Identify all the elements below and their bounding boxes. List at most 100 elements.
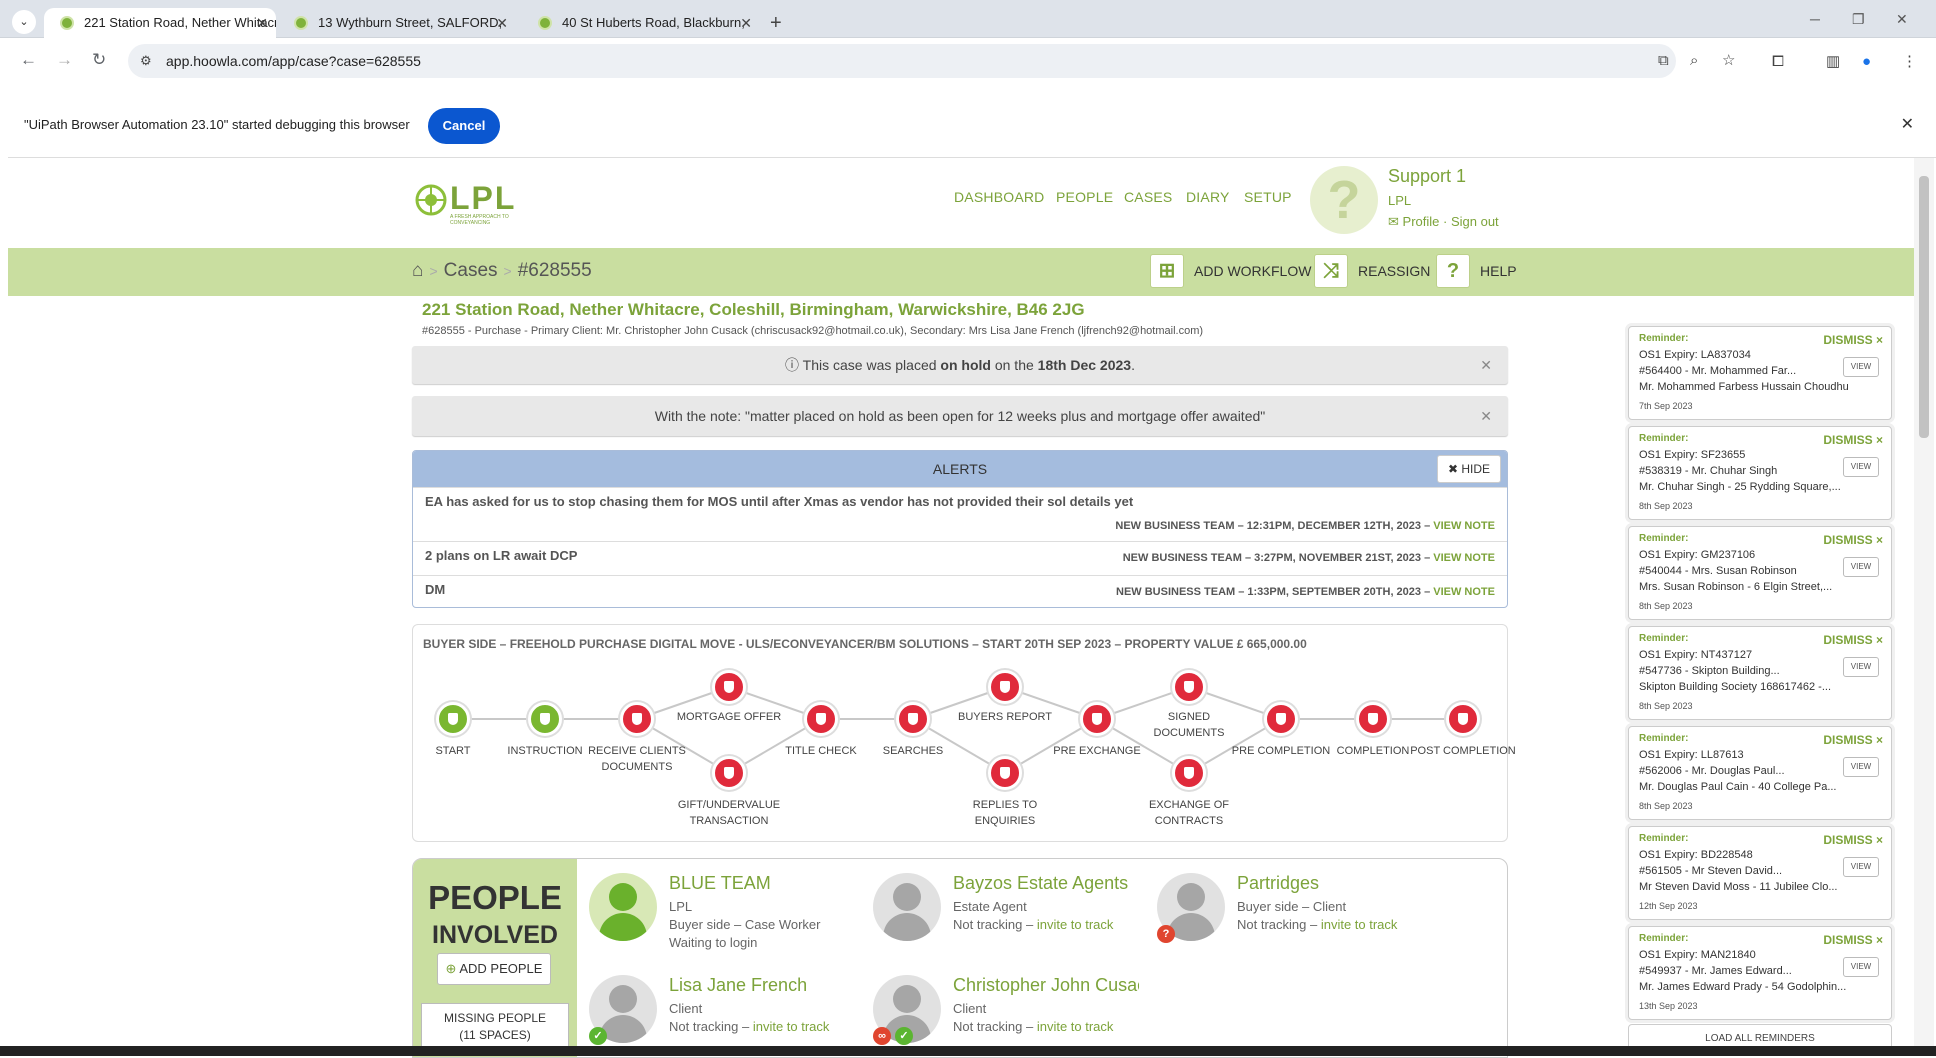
workflow-step-label[interactable]: EXCHANGE OF CONTRACTS	[1134, 797, 1244, 829]
profile-icon[interactable]: ●	[1862, 52, 1871, 72]
workflow-step-label[interactable]: PRE EXCHANGE	[1042, 743, 1152, 759]
help-button[interactable]: ? HELP	[1436, 254, 1517, 288]
forward-icon[interactable]: →	[56, 48, 73, 72]
workflow-step-node[interactable]	[1264, 702, 1298, 736]
page-scrollbar[interactable]	[1914, 158, 1934, 1056]
hide-alerts-button[interactable]: ✖ HIDE	[1436, 455, 1501, 483]
close-tab-icon[interactable]: ✕	[496, 8, 508, 38]
workflow-step-label[interactable]: RECEIVE CLIENTS DOCUMENTS	[582, 743, 692, 775]
nav-diary[interactable]: DIARY	[1186, 189, 1230, 205]
view-reminder-button[interactable]: VIEW	[1843, 757, 1879, 777]
menu-kebab-icon[interactable]: ⋮	[1902, 52, 1917, 72]
address-bar[interactable]: ⚙ app.hoowla.com/app/case?case=628555 ⧉ …	[128, 44, 1735, 78]
dismiss-button[interactable]: DISMISS ×	[1823, 933, 1883, 947]
new-tab-icon[interactable]: +	[770, 8, 782, 38]
reminder-case[interactable]: #540044 - Mrs. Susan Robinson	[1639, 565, 1849, 577]
bookmark-star-icon[interactable]: ☆	[1722, 51, 1735, 71]
workflow-step-label[interactable]: GIFT/UNDERVALUE TRANSACTION	[674, 797, 784, 829]
view-note-link[interactable]: VIEW NOTE	[1433, 552, 1495, 564]
nav-cases[interactable]: CASES	[1124, 189, 1172, 205]
workflow-step-label[interactable]: BUYERS REPORT	[950, 709, 1060, 725]
zoom-icon[interactable]: ⌕	[1690, 51, 1698, 71]
person-name[interactable]: Partridges	[1237, 873, 1437, 894]
person-name[interactable]: Lisa Jane French	[669, 975, 869, 996]
person-name[interactable]: Christopher John Cusack	[953, 975, 1139, 996]
view-reminder-button[interactable]: VIEW	[1843, 557, 1879, 577]
dismiss-button[interactable]: DISMISS ×	[1823, 333, 1883, 347]
add-workflow-button[interactable]: ⊞ ADD WORKFLOW	[1150, 254, 1311, 288]
reminder-case[interactable]: #547736 - Skipton Building...	[1639, 665, 1849, 677]
close-tab-icon[interactable]: ✕	[256, 8, 268, 38]
reminder-case[interactable]: #538319 - Mr. Chuhar Singh	[1639, 465, 1849, 477]
missing-people-button[interactable]: MISSING PEOPLE (11 SPACES)	[421, 1003, 569, 1049]
window-close-icon[interactable]: ✕	[1896, 8, 1908, 30]
workflow-step-node[interactable]	[988, 756, 1022, 790]
scrollbar-thumb[interactable]	[1919, 176, 1929, 438]
workflow-step-label[interactable]: MORTGAGE OFFER	[674, 709, 784, 725]
workflow-step-node[interactable]	[528, 702, 562, 736]
extensions-icon[interactable]: ⧠	[1772, 52, 1784, 72]
browser-tab[interactable]: 40 St Huberts Road, Blackburn, ✕	[522, 8, 762, 38]
workflow-step-node[interactable]	[804, 702, 838, 736]
infobar-close-icon[interactable]: ✕	[1901, 114, 1914, 134]
side-panel-icon[interactable]: ▥	[1826, 52, 1840, 72]
browser-tab[interactable]: 13 Wythburn Street, SALFORD, ✕	[278, 8, 518, 38]
dismiss-button[interactable]: DISMISS ×	[1823, 733, 1883, 747]
view-reminder-button[interactable]: VIEW	[1843, 857, 1879, 877]
person-name[interactable]: BLUE TEAM	[669, 873, 869, 894]
invite-to-track-link[interactable]: invite to track	[753, 1019, 830, 1034]
workflow-step-node[interactable]	[712, 670, 746, 704]
workflow-step-node[interactable]	[620, 702, 654, 736]
workflow-step-node[interactable]	[712, 756, 746, 790]
user-avatar[interactable]: ?	[1310, 166, 1378, 234]
person-card[interactable]: BLUE TEAM LPL Buyer side – Case Worker W…	[589, 873, 869, 973]
invite-to-track-link[interactable]: invite to track	[1037, 917, 1114, 932]
reload-icon[interactable]: ↻	[92, 48, 106, 72]
reminder-case[interactable]: #561505 - Mr Steven David...	[1639, 865, 1849, 877]
home-icon[interactable]: ⌂	[412, 260, 423, 281]
reminder-case[interactable]: #564400 - Mr. Mohammed Far...	[1639, 365, 1849, 377]
nav-setup[interactable]: SETUP	[1244, 189, 1292, 205]
workflow-step-label[interactable]: POST COMPLETION	[1408, 743, 1518, 759]
workflow-step-label[interactable]: SIGNED DOCUMENTS	[1134, 709, 1244, 741]
case-address[interactable]: 221 Station Road, Nether Whitacre, Coles…	[422, 300, 1085, 320]
view-reminder-button[interactable]: VIEW	[1843, 457, 1879, 477]
workflow-step-node[interactable]	[988, 670, 1022, 704]
workflow-step-label[interactable]: SEARCHES	[858, 743, 968, 759]
close-tab-icon[interactable]: ✕	[740, 8, 752, 38]
cancel-debug-button[interactable]: Cancel	[428, 108, 500, 144]
dismiss-button[interactable]: DISMISS ×	[1823, 533, 1883, 547]
workflow-step-node[interactable]	[1172, 756, 1206, 790]
url-text[interactable]: app.hoowla.com/app/case?case=628555	[166, 44, 421, 78]
workflow-step-node[interactable]	[1080, 702, 1114, 736]
nav-dashboard[interactable]: DASHBOARD	[954, 189, 1044, 205]
site-info-icon[interactable]: ⚙	[140, 53, 152, 69]
close-notice-icon[interactable]: ✕	[1480, 346, 1492, 384]
invite-to-track-link[interactable]: invite to track	[1321, 917, 1398, 932]
view-reminder-button[interactable]: VIEW	[1843, 957, 1879, 977]
view-reminder-button[interactable]: VIEW	[1843, 657, 1879, 677]
workflow-step-node[interactable]	[1356, 702, 1390, 736]
workflow-step-node[interactable]	[896, 702, 930, 736]
view-note-link[interactable]: VIEW NOTE	[1433, 586, 1495, 598]
reassign-button[interactable]: ⤨ REASSIGN	[1314, 254, 1430, 288]
signout-link[interactable]: Sign out	[1451, 214, 1499, 229]
back-icon[interactable]: ←	[20, 48, 37, 72]
close-notice-icon[interactable]: ✕	[1480, 396, 1492, 436]
view-note-link[interactable]: VIEW NOTE	[1433, 520, 1495, 532]
view-reminder-button[interactable]: VIEW	[1843, 357, 1879, 377]
install-app-icon[interactable]: ⧉	[1658, 51, 1669, 71]
tab-list-chevron-icon[interactable]: ⌄	[12, 10, 36, 34]
nav-people[interactable]: PEOPLE	[1056, 189, 1113, 205]
profile-link[interactable]: Profile	[1403, 214, 1440, 229]
breadcrumb-cases[interactable]: Cases	[444, 260, 498, 281]
restore-icon[interactable]: ❐	[1852, 8, 1865, 30]
browser-tab-active[interactable]: 221 Station Road, Nether Whitacre ✕	[44, 8, 276, 38]
invite-to-track-link[interactable]: invite to track	[1037, 1019, 1114, 1034]
add-people-button[interactable]: ⊕ ADD PEOPLE	[437, 953, 551, 985]
reminder-case[interactable]: #562006 - Mr. Douglas Paul...	[1639, 765, 1849, 777]
dismiss-button[interactable]: DISMISS ×	[1823, 633, 1883, 647]
person-name[interactable]: Bayzos Estate Agents	[953, 873, 1153, 894]
person-card[interactable]: Bayzos Estate Agents Estate Agent Not tr…	[873, 873, 1153, 973]
minimize-icon[interactable]: ─	[1810, 8, 1820, 30]
